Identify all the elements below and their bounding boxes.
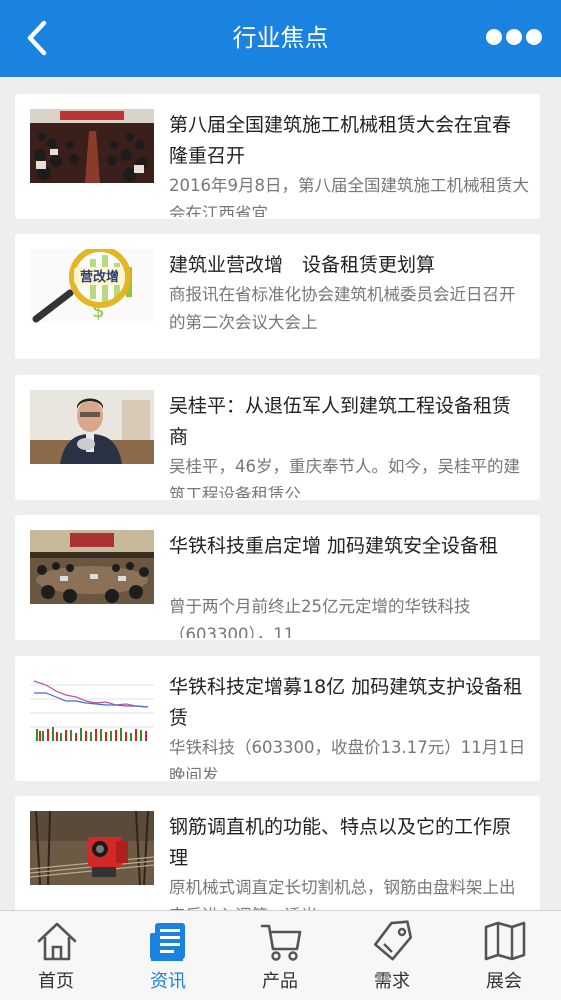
news-thumbnail bbox=[30, 671, 154, 745]
cart-icon bbox=[260, 924, 302, 961]
news-title: 吴桂平：从退伍军人到建筑工程设备租赁商 bbox=[169, 395, 512, 448]
news-summary: 2016年9月8日，第八届全国建筑施工机械租赁大会在江西省宜 bbox=[169, 176, 529, 217]
tab-label: 展会 bbox=[486, 971, 522, 992]
news-item[interactable]: 华铁科技重启定增 加码建筑安全设备租 曾于两个月前终止25亿元定增的华铁科技（6… bbox=[15, 515, 540, 640]
page-title: 行业焦点 bbox=[232, 24, 329, 52]
news-item[interactable]: 吴桂平：从退伍军人到建筑工程设备租赁商 吴桂平，46岁，重庆奉节人。如今，吴桂平… bbox=[15, 375, 540, 500]
tag-icon bbox=[373, 920, 413, 961]
news-item[interactable]: 钢筋调直机的功能、特点以及它的工作原理 原机械式调直定长切割机总，钢筋由盘料架上… bbox=[15, 796, 540, 921]
news-item[interactable]: 第八届全国建筑施工机械租赁大会在宜春隆重召开 2016年9月8日，第八届全国建筑… bbox=[15, 94, 540, 219]
thumb-label: 营改增 bbox=[80, 269, 119, 285]
home-icon bbox=[37, 922, 77, 961]
more-options-icon[interactable] bbox=[485, 24, 543, 50]
news-title: 华铁科技定增募18亿 加码建筑支护设备租赁 bbox=[169, 676, 523, 729]
tab-label: 资讯 bbox=[150, 971, 186, 992]
news-title: 第八届全国建筑施工机械租赁大会在宜春隆重召开 bbox=[169, 114, 512, 167]
tab-label: 需求 bbox=[374, 971, 410, 992]
top-bar: 行业焦点 bbox=[0, 0, 561, 77]
news-title: 华铁科技重启定增 加码建筑安全设备租 bbox=[169, 535, 499, 557]
tab-demand[interactable]: 需求 bbox=[336, 911, 448, 1000]
news-thumbnail bbox=[30, 109, 154, 183]
tab-products[interactable]: 产品 bbox=[224, 911, 336, 1000]
news-thumbnail bbox=[30, 530, 154, 604]
news-summary: 吴桂平，46岁，重庆奉节人。如今，吴桂平的建筑工程设备租赁公 bbox=[169, 457, 520, 498]
news-title: 建筑业营改增 设备租赁更划算 bbox=[169, 254, 436, 276]
news-thumbnail: $ 营改增 bbox=[30, 249, 154, 323]
news-item[interactable]: $ 营改增 建筑业营改增 设备租赁更划算 商报讯在省标准化协会建筑机械委员会近日… bbox=[15, 234, 540, 359]
news-title: 钢筋调直机的功能、特点以及它的工作原理 bbox=[169, 816, 512, 869]
tab-label: 产品 bbox=[262, 971, 298, 992]
bottom-tab-bar: 首页 资讯 产品 需求 展会 bbox=[0, 910, 561, 1000]
news-thumbnail bbox=[30, 390, 154, 464]
tab-home[interactable]: 首页 bbox=[0, 911, 112, 1000]
news-icon bbox=[150, 923, 185, 961]
news-summary: 华铁科技（603300，收盘价13.17元）11月1日晚间发 bbox=[169, 738, 526, 779]
tab-label: 首页 bbox=[38, 971, 74, 992]
news-summary: 商报讯在省标准化协会建筑机械委员会近日召开的第二次会议大会上 bbox=[169, 285, 516, 332]
news-item[interactable]: 华铁科技定增募18亿 加码建筑支护设备租赁 华铁科技（603300，收盘价13.… bbox=[15, 656, 540, 781]
tab-news[interactable]: 资讯 bbox=[112, 911, 224, 1000]
map-icon bbox=[484, 921, 526, 961]
news-thumbnail bbox=[30, 811, 154, 885]
tab-exhibition[interactable]: 展会 bbox=[448, 911, 560, 1000]
news-summary: 曾于两个月前终止25亿元定增的华铁科技（603300），11 bbox=[169, 597, 471, 638]
